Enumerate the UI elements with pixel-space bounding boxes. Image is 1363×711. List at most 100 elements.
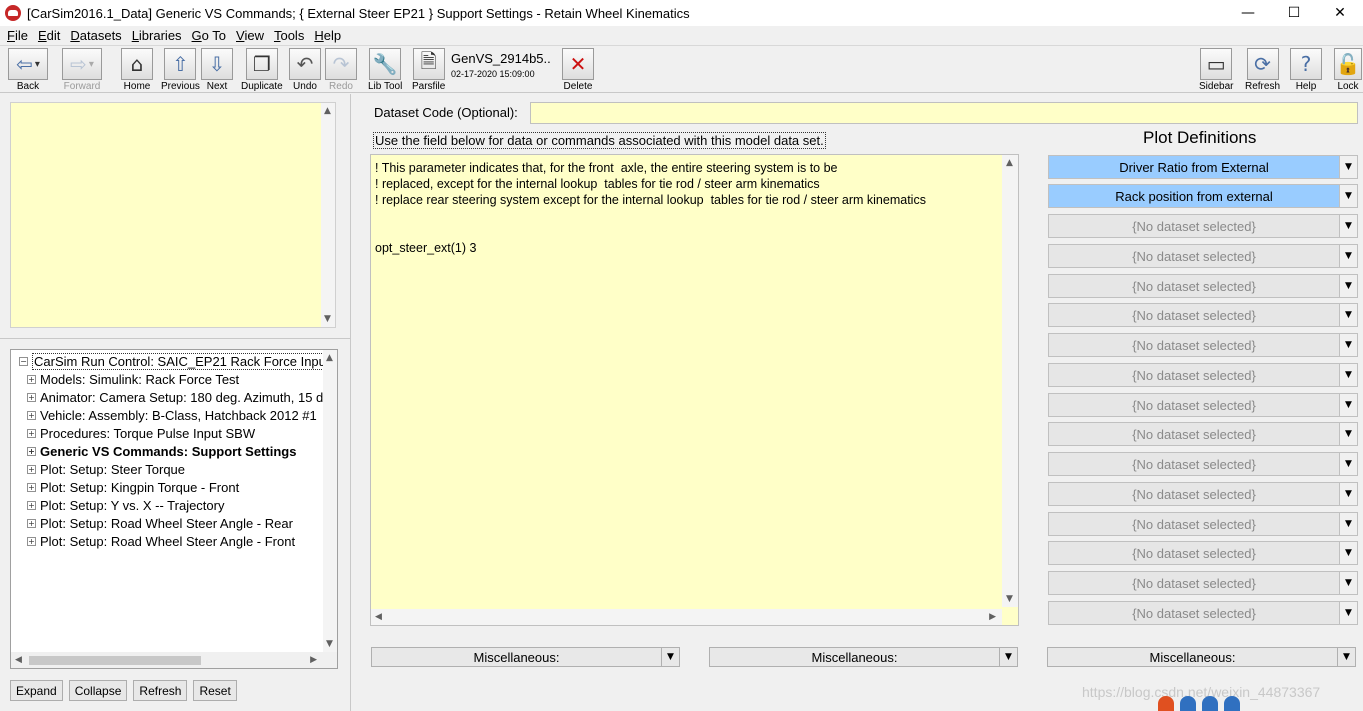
plot-definition-dropdown[interactable]: {No dataset selected} ▼ — [1048, 303, 1358, 327]
dropdown-arrow-icon[interactable]: ▼ — [1339, 185, 1357, 207]
plot-definition-dropdown[interactable]: {No dataset selected} ▼ — [1048, 541, 1358, 565]
dropdown-arrow-icon[interactable]: ▼ — [1339, 364, 1357, 386]
plot-definition-dropdown[interactable]: {No dataset selected} ▼ — [1048, 482, 1358, 506]
back-button[interactable]: ⇦ ▾ Back — [8, 48, 48, 92]
menu-datasets[interactable]: Datasets — [65, 28, 126, 43]
dropdown-arrow-icon[interactable]: ▼ — [1339, 602, 1357, 624]
scroll-up-icon[interactable]: ▲ — [326, 353, 333, 363]
plot-definition-dropdown[interactable]: {No dataset selected} ▼ — [1048, 333, 1358, 357]
menu-file[interactable]: File — [2, 28, 33, 43]
plot-definition-dropdown[interactable]: {No dataset selected} ▼ — [1048, 393, 1358, 417]
commands-editor[interactable]: ! This parameter indicates that, for the… — [370, 154, 1019, 626]
plot-definition-dropdown[interactable]: {No dataset selected} ▼ — [1048, 571, 1358, 595]
scroll-up-icon[interactable]: ▲ — [1006, 158, 1013, 168]
expand-icon[interactable]: + — [27, 410, 36, 420]
dropdown-arrow-icon[interactable]: ▼ — [1339, 453, 1357, 475]
scroll-thumb[interactable] — [29, 656, 201, 665]
redo-button[interactable]: ↷ Redo — [325, 48, 357, 92]
menu-go-to[interactable]: Go To — [187, 28, 231, 43]
dataset-code-input[interactable] — [530, 102, 1358, 124]
scroll-down-icon[interactable]: ▼ — [326, 639, 333, 649]
previous-button[interactable]: ⇧ Previous — [161, 48, 200, 92]
menu-view[interactable]: View — [231, 28, 269, 43]
dropdown-arrow-icon[interactable]: ▼ — [999, 648, 1017, 666]
tree-item[interactable]: + Animator: Camera Setup: 180 deg. Azimut… — [27, 388, 337, 406]
menu-help[interactable]: Help — [309, 28, 346, 43]
dropdown-arrow-icon[interactable]: ▼ — [1339, 542, 1357, 564]
expand-icon[interactable]: + — [27, 536, 36, 546]
menu-tools[interactable]: Tools — [269, 28, 309, 43]
expand-button[interactable]: Expand — [10, 680, 63, 701]
dropdown-arrow-icon[interactable]: ▼ — [1339, 572, 1357, 594]
scroll-right-icon[interactable]: ▶ — [310, 655, 317, 665]
expand-icon[interactable]: + — [27, 482, 36, 492]
tree-item[interactable]: + Plot: Setup: Y vs. X -- Trajectory — [27, 496, 224, 514]
parsfile-button[interactable]: 🗎 Parsfile — [412, 48, 445, 92]
left-panel-splitter[interactable] — [0, 338, 350, 342]
plot-definition-dropdown[interactable]: Driver Ratio from External ▼ — [1048, 155, 1358, 179]
forward-button[interactable]: ⇨ ▾ Forward — [62, 48, 102, 92]
plot-definition-dropdown[interactable]: {No dataset selected} ▼ — [1048, 363, 1358, 387]
plot-definition-dropdown[interactable]: {No dataset selected} ▼ — [1048, 601, 1358, 625]
lock-button[interactable]: 🔓 Lock — [1334, 48, 1362, 92]
reset-button[interactable]: Reset — [193, 680, 237, 701]
scroll-down-icon[interactable]: ▼ — [324, 314, 331, 324]
left-notes-panel[interactable]: ▲ ▼ — [10, 102, 336, 328]
main-splitter[interactable] — [350, 94, 356, 711]
expand-icon[interactable]: + — [27, 392, 36, 402]
tree-horizontal-scrollbar[interactable]: ◀ ▶ — [11, 652, 337, 668]
plot-definition-dropdown[interactable]: {No dataset selected} ▼ — [1048, 274, 1358, 298]
duplicate-button[interactable]: ❐ Duplicate — [241, 48, 283, 92]
scroll-right-icon[interactable]: ▶ — [989, 612, 996, 622]
help-button[interactable]: ? Help — [1290, 48, 1322, 92]
tree-item[interactable]: + Plot: Setup: Road Wheel Steer Angle - F… — [27, 532, 295, 550]
sidebar-button[interactable]: ▭ Sidebar — [1199, 48, 1233, 92]
expand-icon[interactable]: + — [27, 464, 36, 474]
collapse-icon[interactable]: − — [19, 356, 28, 366]
scroll-up-icon[interactable]: ▲ — [324, 106, 331, 116]
dropdown-arrow-icon[interactable]: ▼ — [1339, 513, 1357, 535]
plot-definition-dropdown[interactable]: {No dataset selected} ▼ — [1048, 244, 1358, 268]
commands-text[interactable]: ! This parameter indicates that, for the… — [375, 160, 926, 256]
plot-definition-dropdown[interactable]: {No dataset selected} ▼ — [1048, 452, 1358, 476]
tree-root[interactable]: − CarSim Run Control: SAIC_EP21 Rack For… — [19, 352, 332, 370]
tree-item[interactable]: + Generic VS Commands: Support Settings — [27, 442, 296, 460]
tree-item[interactable]: + Plot: Setup: Steer Torque — [27, 460, 185, 478]
tree-item[interactable]: + Plot: Setup: Road Wheel Steer Angle - R… — [27, 514, 293, 532]
collapse-button[interactable]: Collapse — [68, 680, 128, 701]
dropdown-arrow-icon[interactable]: ▼ — [1339, 245, 1357, 267]
tree-item[interactable]: + Vehicle: Assembly: B-Class, Hatchback 2… — [27, 406, 317, 424]
plot-definition-dropdown[interactable]: Rack position from external ▼ — [1048, 184, 1358, 208]
undo-button[interactable]: ↶ Undo — [289, 48, 321, 92]
misc-dropdown-left[interactable]: Miscellaneous: ▼ — [371, 647, 680, 667]
expand-icon[interactable]: + — [27, 500, 36, 510]
plot-definition-dropdown[interactable]: {No dataset selected} ▼ — [1048, 422, 1358, 446]
scroll-down-icon[interactable]: ▼ — [1006, 594, 1013, 604]
dropdown-arrow-icon[interactable]: ▼ — [1339, 304, 1357, 326]
tree-item[interactable]: + Models: Simulink: Rack Force Test — [27, 370, 239, 388]
editor-vertical-scrollbar[interactable]: ▲ ▼ — [1002, 155, 1018, 607]
editor-horizontal-scrollbar[interactable]: ◀ ▶ — [371, 609, 1002, 625]
expand-icon[interactable]: + — [27, 518, 36, 528]
misc-dropdown-right[interactable]: Miscellaneous: ▼ — [1047, 647, 1356, 667]
next-button[interactable]: ⇩ Next — [201, 48, 233, 92]
lib-tool-button[interactable]: 🔧 Lib Tool — [368, 48, 402, 92]
dropdown-arrow-icon[interactable]: ▼ — [1339, 275, 1357, 297]
dropdown-arrow-icon[interactable]: ▼ — [1339, 483, 1357, 505]
maximize-button[interactable]: ☐ — [1271, 0, 1317, 26]
plot-definition-dropdown[interactable]: {No dataset selected} ▼ — [1048, 214, 1358, 238]
scroll-left-icon[interactable]: ◀ — [15, 655, 22, 665]
dropdown-arrow-icon[interactable]: ▼ — [1339, 334, 1357, 356]
misc-dropdown-middle[interactable]: Miscellaneous: ▼ — [709, 647, 1018, 667]
dropdown-arrow-icon[interactable]: ▼ — [1339, 215, 1357, 237]
dropdown-arrow-icon[interactable]: ▼ — [661, 648, 679, 666]
menu-edit[interactable]: Edit — [33, 28, 65, 43]
dropdown-arrow-icon[interactable]: ▼ — [1337, 648, 1355, 666]
menu-libraries[interactable]: Libraries — [127, 28, 187, 43]
left-notes-scrollbar[interactable]: ▲ ▼ — [321, 103, 335, 327]
minimize-button[interactable]: — — [1225, 0, 1271, 26]
scroll-left-icon[interactable]: ◀ — [375, 612, 382, 622]
tree-vertical-scrollbar[interactable]: ▲ ▼ — [323, 350, 337, 652]
tree-item[interactable]: + Procedures: Torque Pulse Input SBW — [27, 424, 255, 442]
tree-item[interactable]: + Plot: Setup: Kingpin Torque - Front — [27, 478, 239, 496]
